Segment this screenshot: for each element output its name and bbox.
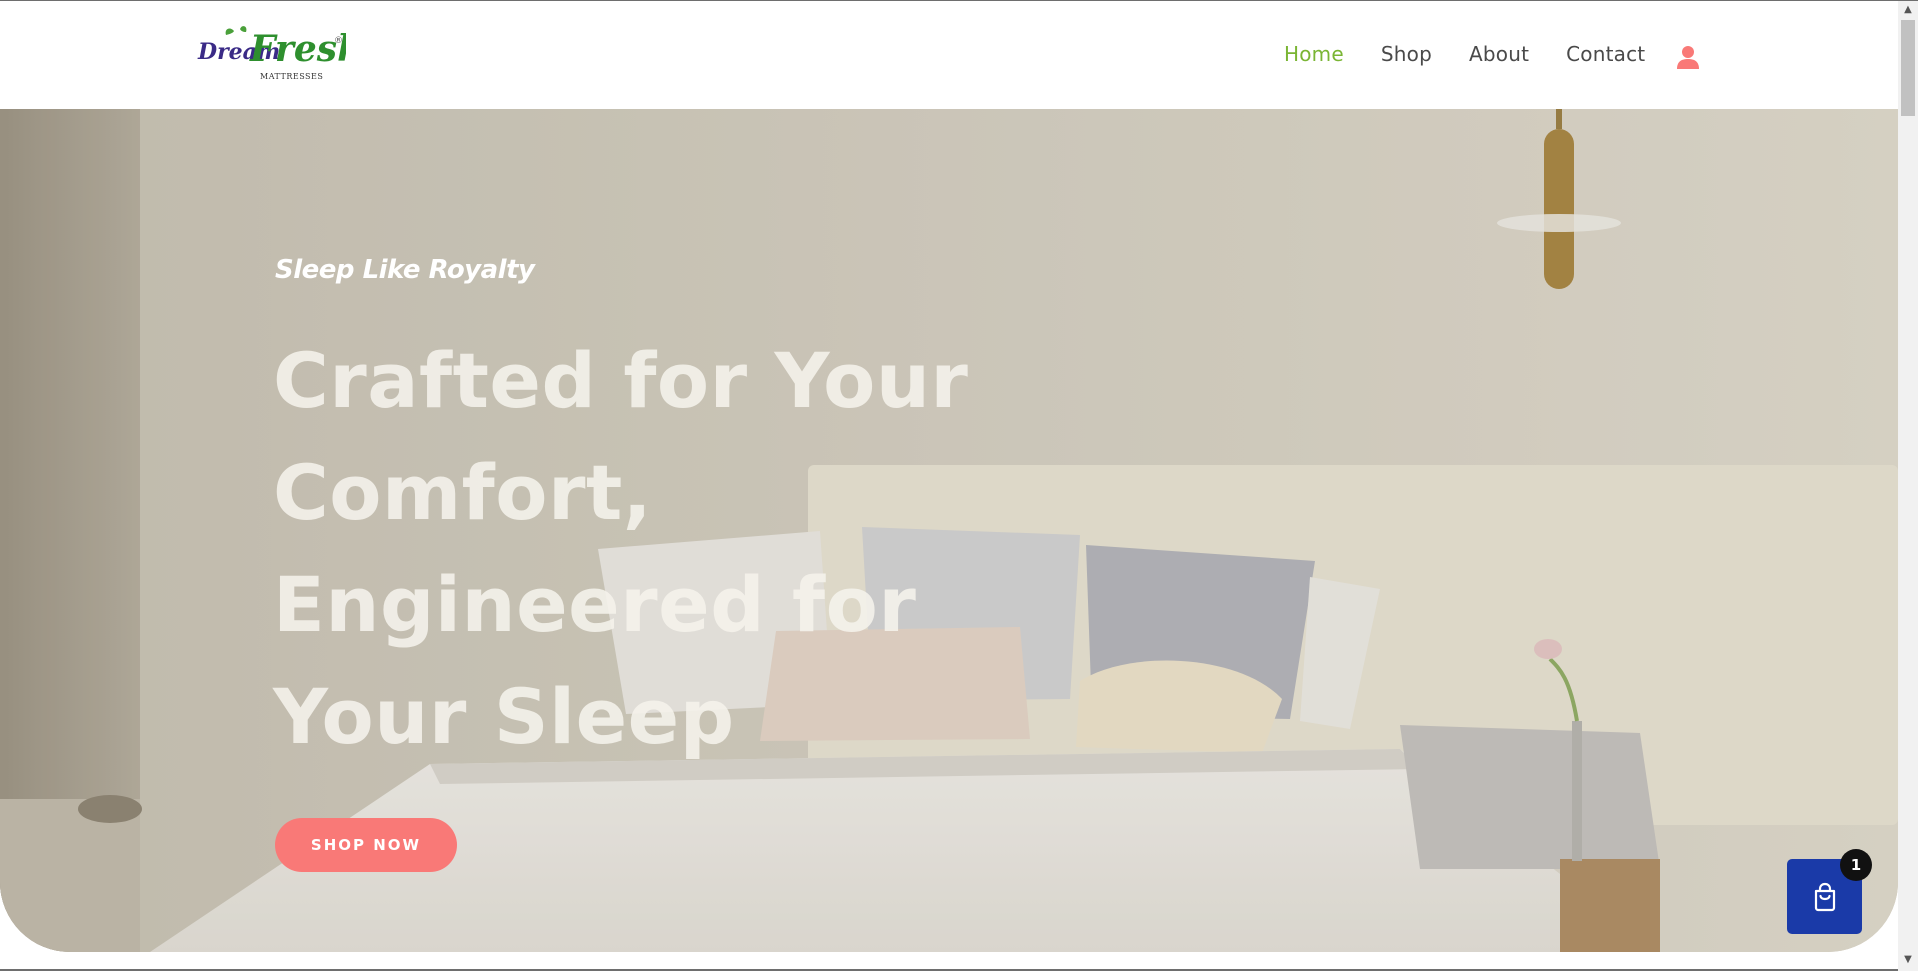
logo-registered-mark: ® <box>334 36 343 46</box>
hero-banner: Sleep Like Royalty Crafted for Your Comf… <box>0 109 1898 952</box>
nav-contact[interactable]: Contact <box>1566 42 1645 66</box>
site-logo[interactable]: Dream Fresh MATTRESSES ® <box>196 25 363 85</box>
scrollbar-thumb[interactable] <box>1901 20 1915 116</box>
main-nav: Home Shop About Contact <box>1284 42 1645 66</box>
shop-now-button[interactable]: SHOP NOW <box>275 818 457 872</box>
hero-headline-line: Your Sleep <box>273 672 735 761</box>
shopping-bag-icon <box>1814 882 1835 911</box>
logo-tagline: MATTRESSES <box>260 72 323 81</box>
page-scrollbar[interactable] <box>1898 1 1918 971</box>
logo-word-fresh: Fresh <box>249 28 346 70</box>
nav-home[interactable]: Home <box>1284 42 1344 66</box>
hero-kicker: Sleep Like Royalty <box>275 255 535 285</box>
user-icon[interactable] <box>1675 44 1701 70</box>
cart-count-badge: 1 <box>1840 849 1872 881</box>
hero-headline-line: Engineered for <box>273 560 917 649</box>
scroll-up-arrow-icon[interactable]: ▲ <box>1902 4 1914 16</box>
scroll-down-arrow-icon[interactable]: ▼ <box>1902 954 1914 966</box>
nav-about[interactable]: About <box>1469 42 1529 66</box>
hero-headline: Crafted for Your Comfort, Engineered for… <box>273 325 993 773</box>
logo-graphic: Dream Fresh MATTRESSES ® <box>197 26 363 81</box>
hero-headline-line: Crafted for Your <box>273 336 969 425</box>
hero-headline-line: Comfort, <box>273 448 653 537</box>
nav-shop[interactable]: Shop <box>1381 42 1432 66</box>
site-header: Dream Fresh MATTRESSES ® Home Shop About… <box>0 1 1898 108</box>
